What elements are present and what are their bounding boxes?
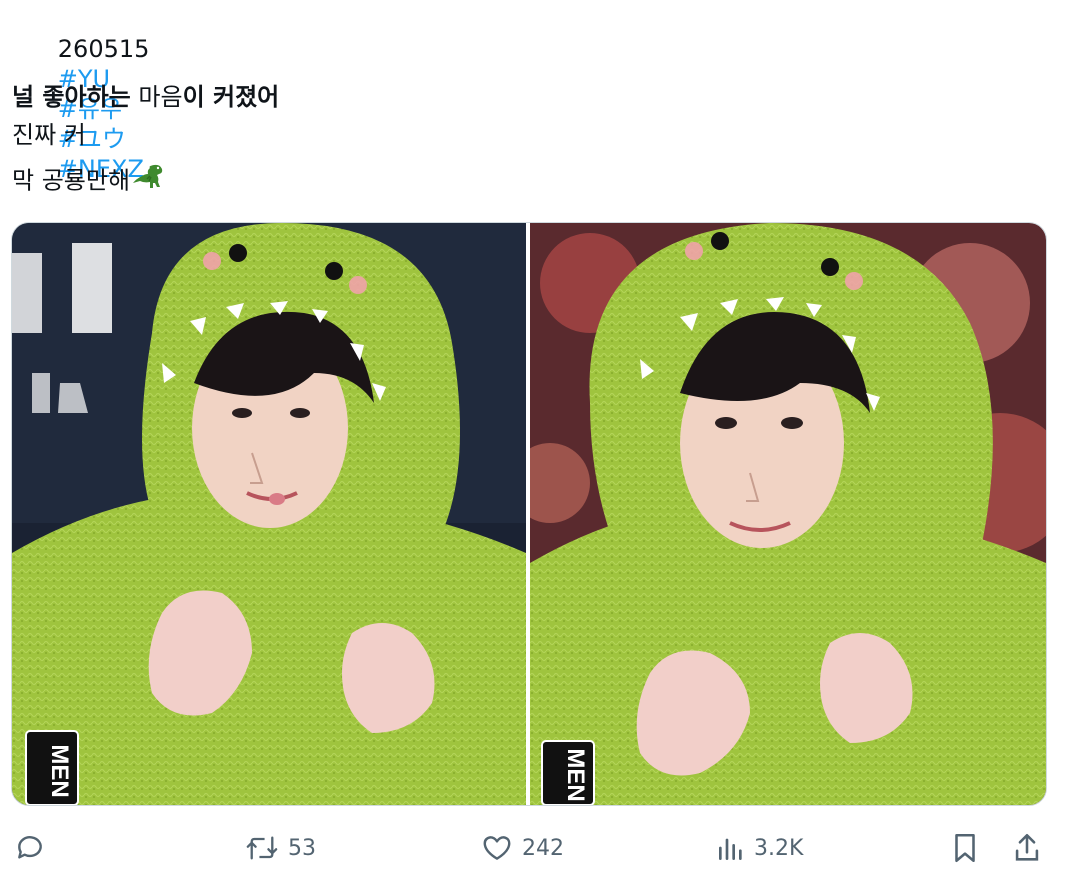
- retweet-count: 53: [288, 835, 316, 861]
- bookmark-icon: [955, 833, 975, 863]
- text-line-4: 막 공룡만해: [12, 166, 131, 195]
- reply-icon: [18, 836, 42, 859]
- tweet-line-4: 막 공룡만해: [12, 162, 166, 201]
- text-bold-1: 널 좋아하는: [12, 83, 131, 111]
- text-bold-2: 이 커졌어: [182, 83, 280, 111]
- share-button[interactable]: [1012, 826, 1042, 870]
- retweet-button[interactable]: 53: [244, 826, 316, 870]
- bookmark-button[interactable]: [950, 826, 980, 870]
- media-grid[interactable]: MEN MEN: [11, 222, 1047, 806]
- heart-icon: [483, 836, 511, 860]
- sign-left: MEN: [46, 744, 73, 797]
- date-text: 260515: [57, 35, 150, 63]
- like-button[interactable]: 242: [480, 826, 564, 870]
- tweet-line-3: 진짜 커: [12, 121, 86, 149]
- views-button[interactable]: 3.2K: [716, 826, 803, 870]
- like-count: 242: [522, 835, 564, 861]
- tweet-line-2: 널 좋아하는 마음이 커졌어: [12, 82, 279, 112]
- t-rex-icon: [132, 162, 166, 201]
- tweet: 260515 #YU #유우 #ユウ #NEXZ 널 좋아하는 마음이 커졌어 …: [0, 0, 1066, 870]
- action-bar: 53 242 3.2K: [0, 826, 1066, 870]
- share-icon: [1015, 833, 1039, 861]
- sign-right: MEN: [562, 748, 589, 801]
- bar-chart-icon: [719, 838, 742, 860]
- reply-button[interactable]: [14, 826, 54, 870]
- photo-left[interactable]: MEN: [12, 223, 526, 805]
- retweet-icon: [246, 836, 278, 860]
- view-count: 3.2K: [754, 835, 804, 861]
- photo-right[interactable]: MEN: [530, 223, 1046, 805]
- text-normal-1: 마음: [130, 83, 183, 111]
